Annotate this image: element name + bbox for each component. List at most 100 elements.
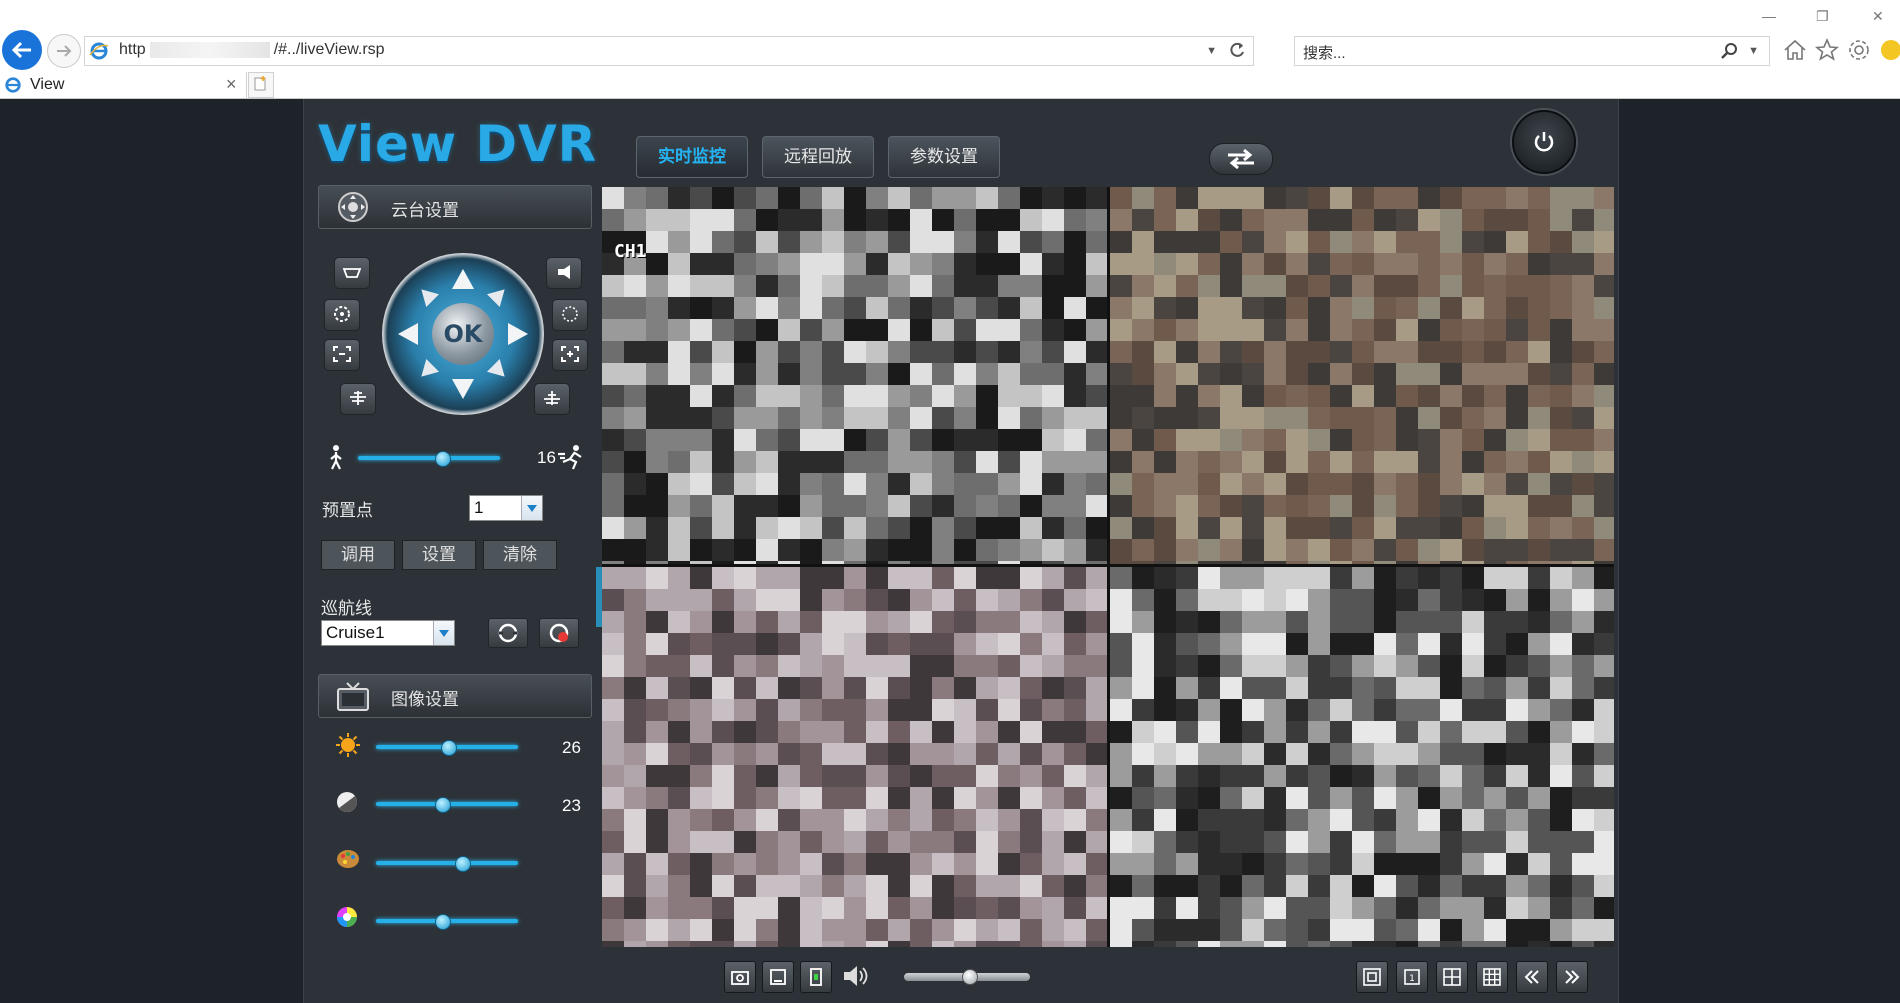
ptz-left-arrow-icon[interactable]	[398, 323, 418, 345]
preset-select[interactable]: 1	[469, 495, 543, 521]
video-pixel-block	[734, 297, 756, 319]
search-dropdown-icon[interactable]: ▼	[1748, 45, 1759, 57]
ptz-iris-open-button[interactable]	[552, 299, 588, 331]
quad-view-button[interactable]	[1436, 961, 1468, 993]
ptz-wiper-button[interactable]	[334, 257, 370, 289]
home-icon[interactable]	[1782, 37, 1808, 63]
video-channel-2[interactable]	[1110, 187, 1614, 564]
video-pixel-block	[998, 919, 1020, 941]
tab-remote-playback[interactable]: 远程回放	[762, 136, 874, 178]
saturation-knob[interactable]	[455, 856, 471, 872]
video-pixel-block	[1110, 611, 1132, 633]
search-box[interactable]: 搜索... ▼	[1294, 36, 1770, 66]
minimize-icon[interactable]: —	[1762, 8, 1776, 24]
preset-set-button[interactable]: 设置	[402, 540, 476, 570]
favorites-star-icon[interactable]	[1814, 37, 1840, 63]
tab-settings[interactable]: 参数设置	[888, 136, 1000, 178]
video-pixel-block	[1440, 187, 1462, 209]
video-pixel-block	[1572, 721, 1594, 743]
video-channel-1[interactable]: CH1	[602, 187, 1107, 564]
saturation-slider[interactable]	[376, 861, 518, 865]
brightness-knob[interactable]	[441, 740, 457, 756]
settings-gear-icon[interactable]	[1846, 37, 1872, 63]
ptz-light-button[interactable]	[546, 257, 582, 289]
url-text[interactable]: http/#../liveView.rsp	[119, 41, 385, 59]
tab-close-icon[interactable]: ×	[226, 74, 237, 95]
video-pixel-block	[1064, 853, 1086, 875]
address-bar[interactable]: http/#../liveView.rsp ▼	[84, 36, 1254, 66]
ptz-down-right-arrow-icon[interactable]	[486, 358, 512, 384]
volume-knob[interactable]	[962, 969, 978, 985]
ptz-down-arrow-icon[interactable]	[452, 379, 474, 399]
ptz-speed-knob[interactable]	[435, 451, 451, 467]
video-channel-4[interactable]	[1110, 567, 1614, 947]
snapshot-button[interactable]	[724, 961, 756, 993]
ptz-ok-button[interactable]: OK	[432, 303, 494, 365]
video-channel-3[interactable]	[602, 567, 1107, 947]
video-pixel-block	[1020, 385, 1042, 407]
contrast-knob[interactable]	[435, 797, 451, 813]
ptz-focus-far-button[interactable]	[534, 383, 570, 415]
cruise-select[interactable]: Cruise1	[321, 620, 455, 646]
fullscreen-button[interactable]	[1356, 961, 1388, 993]
preset-call-button[interactable]: 调用	[321, 540, 395, 570]
ptz-zoom-out-button[interactable]	[324, 339, 360, 371]
search-icon[interactable]	[1719, 41, 1739, 61]
cruise-start-button[interactable]	[488, 618, 528, 648]
ptz-up-left-arrow-icon[interactable]	[414, 282, 440, 308]
video-pixel-block	[910, 699, 932, 721]
smiley-feedback-icon[interactable]	[1878, 37, 1900, 63]
video-pixel-block	[1440, 765, 1462, 787]
previous-page-button[interactable]	[1516, 961, 1548, 993]
video-pixel-block	[1242, 187, 1264, 209]
talk-button[interactable]	[800, 961, 832, 993]
logout-power-button[interactable]	[1512, 110, 1576, 174]
video-pixel-block	[1220, 721, 1242, 743]
ptz-zoom-in-button[interactable]	[552, 339, 588, 371]
video-pixel-block	[800, 897, 822, 919]
ptz-direction-wheel[interactable]: OK	[382, 253, 544, 415]
cruise-dropdown-arrow-icon[interactable]	[433, 621, 454, 645]
tab-live-view[interactable]: 实时监控	[636, 136, 748, 178]
video-pixel-block	[1374, 275, 1396, 297]
ptz-focus-near-button[interactable]	[340, 383, 376, 415]
video-pixel-block	[624, 429, 646, 451]
address-dropdown-icon[interactable]: ▼	[1206, 45, 1217, 57]
ptz-right-arrow-icon[interactable]	[508, 323, 528, 345]
video-pixel-block	[1308, 561, 1330, 564]
hue-knob[interactable]	[435, 914, 451, 930]
refresh-icon[interactable]	[1227, 40, 1247, 60]
video-pixel-block	[976, 187, 998, 209]
ptz-down-left-arrow-icon[interactable]	[414, 358, 440, 384]
swap-layout-button[interactable]	[1209, 143, 1273, 175]
ptz-up-arrow-icon[interactable]	[452, 269, 474, 289]
restore-icon[interactable]: ❐	[1816, 8, 1829, 25]
preset-clear-button[interactable]: 清除	[483, 540, 557, 570]
single-view-button[interactable]: 1	[1396, 961, 1428, 993]
ptz-panel-header[interactable]: 云台设置	[318, 185, 592, 229]
next-page-button[interactable]	[1556, 961, 1588, 993]
video-pixel-block	[1374, 231, 1396, 253]
image-settings-header[interactable]: 图像设置	[318, 674, 592, 718]
close-window-icon[interactable]: ✕	[1872, 8, 1884, 25]
new-tab-button[interactable]	[248, 72, 274, 98]
preset-dropdown-arrow-icon[interactable]	[521, 496, 542, 520]
video-pixel-block	[1132, 561, 1154, 564]
ptz-up-right-arrow-icon[interactable]	[486, 282, 512, 308]
forward-button[interactable]	[47, 34, 81, 68]
back-button[interactable]	[2, 30, 42, 70]
ptz-iris-close-button[interactable]	[324, 299, 360, 331]
video-pixel-block	[1020, 297, 1042, 319]
video-pixel-block	[1506, 341, 1528, 363]
video-pixel-block	[1176, 831, 1198, 853]
video-pixel-block	[1484, 897, 1506, 919]
ptz-speed-slider[interactable]	[358, 456, 500, 460]
nine-view-button[interactable]	[1476, 961, 1508, 993]
speaker-volume-icon[interactable]	[840, 961, 870, 991]
video-pixel-block	[976, 589, 998, 611]
cruise-stop-button[interactable]	[539, 618, 579, 648]
video-pixel-block	[1064, 385, 1086, 407]
browser-tab[interactable]: View ×	[0, 72, 247, 99]
preset-label: 预置点	[322, 501, 373, 521]
record-button[interactable]	[762, 961, 794, 993]
